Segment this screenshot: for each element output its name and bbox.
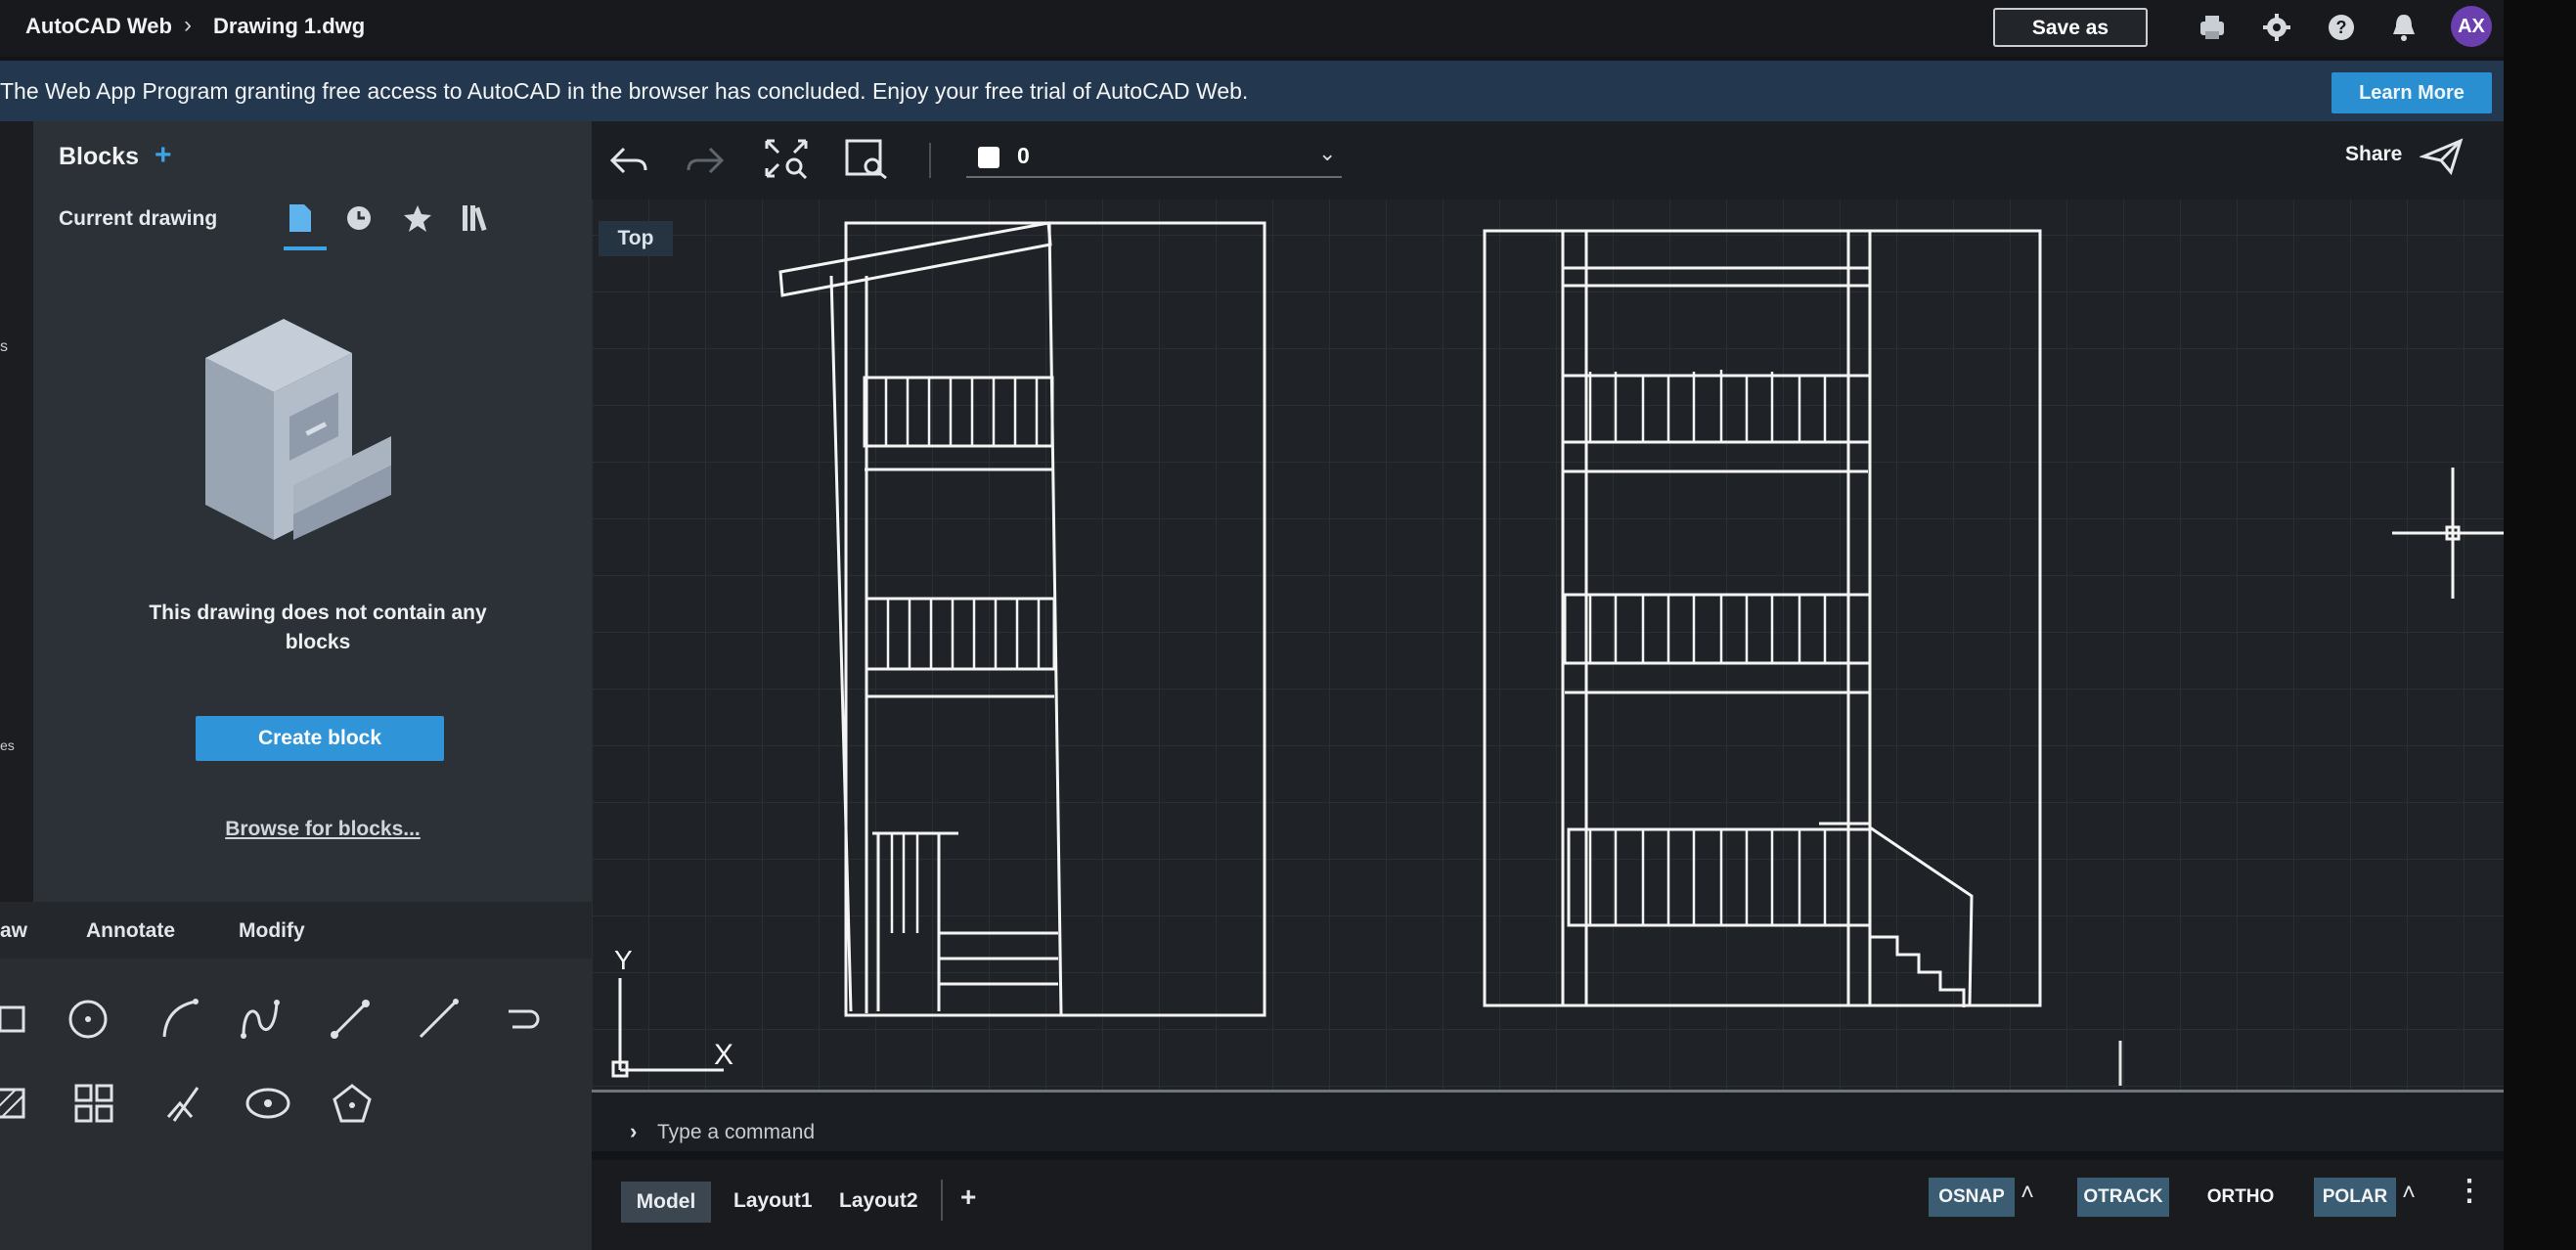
polyline-tool-icon[interactable] [495, 990, 554, 1049]
trial-banner: The Web App Program granting free access… [0, 61, 2504, 121]
user-avatar[interactable]: AX [2451, 6, 2492, 47]
print-icon[interactable] [2195, 10, 2230, 45]
tab-layout1[interactable]: Layout1 [733, 1189, 813, 1213]
ellipse-tool-icon[interactable] [239, 1074, 297, 1133]
polygon-tool-icon[interactable] [323, 1074, 381, 1133]
panel-title: Blocks [59, 143, 139, 170]
notifications-bell-icon[interactable] [2386, 10, 2421, 45]
app-name[interactable]: AutoCAD Web [25, 14, 172, 39]
osnap-toggle[interactable]: OSNAP [1929, 1178, 2015, 1217]
tab-modify[interactable]: Modify [239, 919, 305, 943]
ucs-x-label: X [714, 1039, 734, 1071]
chevron-down-icon: ⌄ [1318, 141, 1337, 165]
line-tool-icon[interactable] [321, 990, 379, 1049]
tab-layout2[interactable]: Layout2 [839, 1189, 918, 1213]
empty-message-line-1: This drawing does not contain any [149, 602, 487, 624]
hatch-tool-icon[interactable] [0, 1074, 39, 1133]
cursor-crosshair-icon [2392, 468, 2504, 599]
add-layout-icon[interactable]: + [960, 1182, 976, 1213]
active-tab-indicator [284, 246, 327, 250]
spline-tool-icon[interactable] [231, 990, 289, 1049]
favorites-star-icon[interactable] [401, 201, 434, 235]
tab-annotate[interactable]: Annotate [86, 919, 175, 943]
ucs-y-label: Y [614, 945, 633, 975]
empty-blocks-message: This drawing does not contain any blocks [117, 599, 518, 657]
ucs-icon [611, 978, 724, 1078]
undo-icon[interactable] [599, 131, 657, 190]
array-tool-icon[interactable] [65, 1074, 123, 1133]
cad-drawing [611, 221, 2504, 1086]
circle-tool-icon[interactable] [59, 990, 117, 1049]
create-block-button[interactable]: Create block [196, 716, 444, 761]
redo-icon[interactable] [677, 131, 735, 190]
settings-gear-icon[interactable] [2259, 10, 2294, 45]
learn-more-button[interactable]: Learn More [2332, 72, 2492, 113]
railing-balusters [884, 370, 1827, 933]
current-drawing-label: Current drawing [59, 207, 218, 230]
libraries-icon[interactable] [460, 201, 493, 235]
more-options-icon[interactable]: ⋮ [2455, 1174, 2484, 1208]
banner-message: The Web App Program granting free access… [0, 78, 1249, 104]
ray-tool-icon[interactable] [409, 990, 467, 1049]
file-name[interactable]: Drawing 1.dwg [213, 14, 365, 39]
roof-slab [778, 221, 1052, 297]
toolbar-divider [929, 143, 931, 178]
current-drawing-document-icon[interactable] [284, 201, 317, 235]
layer-dropdown[interactable]: 0 ⌄ [966, 139, 1342, 178]
tab-draw[interactable]: aw [0, 919, 27, 943]
ortho-toggle[interactable]: ORTHO [2197, 1178, 2285, 1217]
layer-color-swatch [978, 147, 999, 168]
svg-text:?: ? [2336, 18, 2347, 37]
strip-label-2: es [0, 737, 15, 753]
polar-caret-up-icon[interactable]: ˄ [2402, 1180, 2416, 1207]
recent-clock-icon[interactable] [342, 201, 376, 235]
command-input[interactable]: Type a command [657, 1121, 815, 1144]
save-as-button[interactable]: Save as [1993, 8, 2148, 47]
screen-bezel [2504, 0, 2576, 1250]
rectangle-tool-icon[interactable] [0, 990, 45, 1049]
share-send-icon[interactable] [2419, 137, 2465, 181]
browse-blocks-link[interactable]: Browse for blocks... [205, 818, 440, 841]
share-button[interactable]: Share [2345, 143, 2402, 166]
breadcrumb-chevron-icon: › [184, 12, 192, 38]
zoom-extents-icon[interactable] [757, 129, 816, 188]
help-icon[interactable]: ? [2324, 10, 2359, 45]
trim-tool-icon[interactable] [153, 1074, 211, 1133]
arc-tool-icon[interactable] [151, 990, 209, 1049]
empty-cabinet-illustration [196, 319, 401, 545]
layer-name: 0 [1017, 143, 1030, 168]
empty-message-line-2: blocks [285, 631, 351, 653]
otrack-toggle[interactable]: OTRACK [2077, 1178, 2169, 1217]
tab-model[interactable]: Model [621, 1182, 711, 1223]
polar-toggle[interactable]: POLAR [2314, 1178, 2396, 1217]
osnap-caret-up-icon[interactable]: ˄ [2021, 1180, 2034, 1207]
command-line[interactable] [592, 1090, 2504, 1151]
command-prompt-chevron-icon: › [630, 1119, 638, 1143]
zoom-window-icon[interactable] [837, 129, 896, 188]
strip-label: s [0, 338, 8, 355]
add-block-icon[interactable]: + [155, 139, 172, 172]
layout-tabs-divider [941, 1180, 943, 1221]
